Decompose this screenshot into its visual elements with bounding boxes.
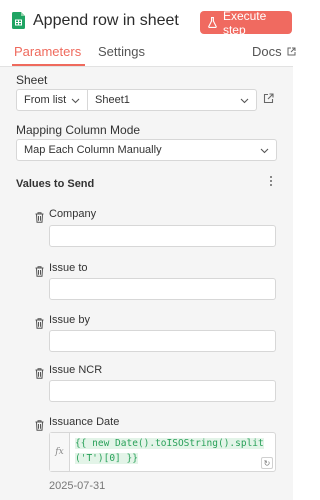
sheet-mode-value: From list	[24, 94, 67, 106]
sheet-label: Sheet	[16, 73, 48, 87]
execute-step-label: Execute step	[222, 8, 267, 37]
node-header: Append row in sheet Execute step	[0, 0, 293, 40]
tab-docs[interactable]: Docs	[252, 44, 296, 59]
open-sheet-external-icon[interactable]	[263, 93, 274, 104]
issue-by-input[interactable]	[49, 330, 276, 352]
trash-icon[interactable]	[35, 266, 44, 277]
execute-step-button[interactable]: Execute step	[200, 8, 292, 37]
mapping-mode-select[interactable]: Map Each Column Manually	[16, 139, 277, 161]
parameters-panel: Sheet From list Sheet1 Mapping Column Mo…	[0, 67, 293, 500]
google-sheets-icon	[12, 12, 25, 29]
tab-settings[interactable]: Settings	[98, 44, 145, 59]
external-link-icon	[287, 47, 296, 56]
mapping-mode-label: Mapping Column Mode	[16, 123, 141, 137]
sheet-mode-select[interactable]: From list	[16, 89, 88, 111]
issue-to-input[interactable]	[49, 278, 276, 300]
open-expression-editor-icon[interactable]: ↻	[261, 457, 273, 469]
node-title: Append row in sheet	[33, 12, 179, 29]
field-label-issuance-date: Issuance Date	[49, 416, 120, 428]
flask-icon	[208, 17, 217, 28]
field-label-issue-ncr: Issue NCR	[49, 364, 103, 376]
expression-result: 2025-07-31	[49, 480, 106, 492]
trash-icon[interactable]	[35, 368, 44, 379]
mapping-mode-value: Map Each Column Manually	[24, 144, 162, 156]
tab-bar: Parameters Settings Docs	[0, 41, 296, 67]
active-tab-indicator	[12, 64, 85, 66]
field-label-issue-to: Issue to	[49, 262, 88, 274]
fx-icon: fx	[50, 433, 70, 471]
sheet-value: Sheet1	[95, 94, 130, 106]
expression-line-2: ('T')[0] }}	[75, 453, 138, 464]
values-to-send-label: Values to Send	[16, 178, 95, 190]
trash-icon[interactable]	[35, 212, 44, 223]
chevron-down-icon	[260, 148, 269, 154]
company-input[interactable]	[49, 225, 276, 247]
tab-parameters[interactable]: Parameters	[14, 44, 81, 59]
issuance-date-expression-editor[interactable]: fx {{ new Date().toISOString().split ('T…	[49, 432, 276, 472]
chevron-down-icon	[71, 98, 80, 104]
chevron-down-icon	[240, 98, 249, 104]
trash-icon[interactable]	[35, 420, 44, 431]
trash-icon[interactable]	[35, 318, 44, 329]
field-label-issue-by: Issue by	[49, 314, 90, 326]
expression-code[interactable]: {{ new Date().toISOString().split ('T')[…	[75, 436, 265, 466]
expression-line-1: {{ new Date().toISOString().split	[75, 438, 264, 449]
more-options-icon[interactable]	[268, 175, 274, 187]
field-label-company: Company	[49, 208, 97, 220]
issue-ncr-input[interactable]	[49, 380, 276, 402]
tab-docs-label: Docs	[252, 44, 282, 59]
sheet-select[interactable]: Sheet1	[87, 89, 257, 111]
